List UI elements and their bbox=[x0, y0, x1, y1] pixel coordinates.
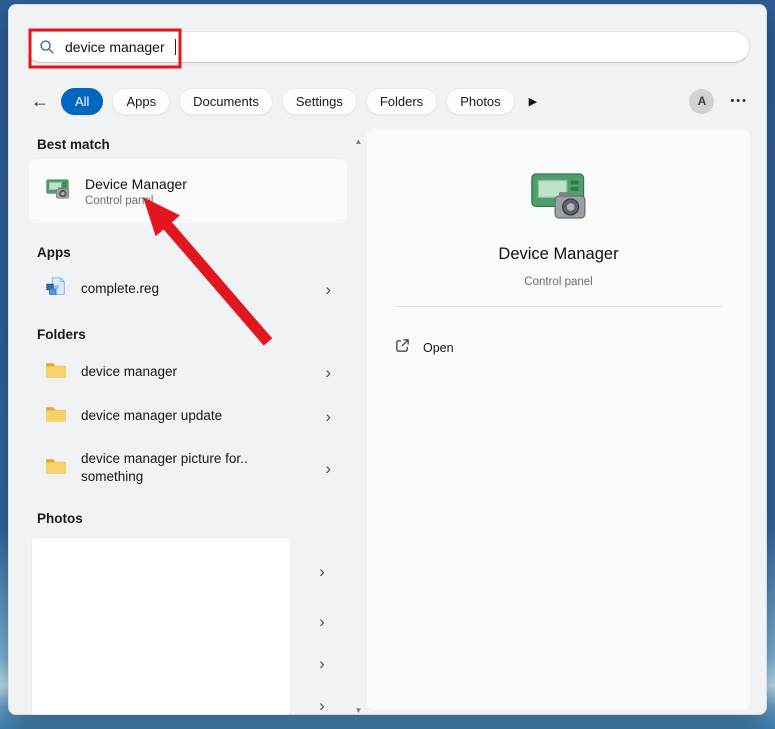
app-result-label: complete.reg bbox=[81, 280, 160, 296]
chevron-right-icon[interactable]: › bbox=[325, 460, 331, 477]
more-tabs-icon[interactable]: ▶ bbox=[529, 95, 537, 108]
photos-section-header: Photos bbox=[37, 511, 83, 526]
chevron-right-icon[interactable]: › bbox=[325, 281, 331, 298]
folder-result[interactable]: device manager update › bbox=[29, 395, 347, 437]
folders-section-header: Folders bbox=[37, 327, 86, 342]
best-match-title: Device Manager bbox=[85, 175, 187, 192]
device-manager-icon-large bbox=[528, 165, 590, 232]
chevron-right-icon[interactable]: › bbox=[311, 612, 333, 632]
tab-settings[interactable]: Settings bbox=[281, 87, 357, 115]
photo-result-thumbnail[interactable] bbox=[31, 537, 291, 715]
folder-result-label: device manager update bbox=[81, 407, 223, 423]
folder-result[interactable]: device manager picture for.. something › bbox=[29, 439, 347, 497]
chevron-right-icon[interactable]: › bbox=[311, 654, 333, 674]
folder-result-label: device manager picture for.. something bbox=[81, 450, 248, 484]
search-bar[interactable]: device manager bbox=[25, 31, 750, 63]
search-input[interactable]: device manager bbox=[65, 39, 165, 55]
scroll-down-icon[interactable]: ▼ bbox=[355, 706, 363, 715]
filter-tabs: ← All Apps Documents Settings Folders Ph… bbox=[27, 85, 748, 117]
more-options-icon[interactable]: ••• bbox=[730, 95, 748, 107]
tab-folders[interactable]: Photos bbox=[446, 87, 515, 115]
search-icon bbox=[39, 39, 55, 55]
app-result-complete-reg[interactable]: complete.reg › bbox=[29, 267, 347, 311]
account-avatar[interactable]: A bbox=[689, 88, 715, 114]
chevron-right-icon[interactable]: › bbox=[325, 364, 331, 381]
scroll-up-icon[interactable]: ▲ bbox=[355, 137, 363, 146]
back-button[interactable]: ← bbox=[27, 91, 53, 112]
divider bbox=[395, 306, 722, 307]
folder-result-label: device manager bbox=[81, 363, 178, 379]
text-cursor bbox=[174, 39, 176, 55]
folder-icon bbox=[45, 457, 67, 480]
open-label: Open bbox=[423, 341, 454, 355]
device-manager-icon bbox=[45, 176, 71, 207]
search-flyout-window: device manager ← All Apps Documents Sett… bbox=[8, 4, 767, 715]
tab-photos[interactable]: Folders bbox=[365, 87, 438, 115]
preview-subtitle: Control panel bbox=[524, 276, 593, 288]
open-external-icon bbox=[395, 338, 410, 358]
chevron-right-icon[interactable]: › bbox=[311, 696, 333, 716]
registry-file-icon bbox=[45, 276, 67, 303]
apps-section-header: Apps bbox=[37, 245, 71, 260]
best-match-subtitle: Control panel bbox=[85, 194, 154, 207]
folder-result[interactable]: device manager › bbox=[29, 351, 347, 393]
results-scrollbar[interactable]: ▲ ▼ bbox=[352, 137, 365, 715]
tab-documents[interactable]: Documents bbox=[179, 87, 273, 115]
preview-title: Device Manager bbox=[498, 245, 619, 263]
chevron-right-icon[interactable]: › bbox=[311, 562, 333, 582]
open-action[interactable]: Open bbox=[395, 330, 454, 366]
folder-icon bbox=[45, 361, 67, 384]
tab-apps[interactable]: Apps bbox=[112, 87, 171, 115]
best-match-result[interactable]: Device Manager Control panel bbox=[29, 159, 347, 223]
best-match-header: Best match bbox=[37, 137, 110, 152]
chevron-right-icon[interactable]: › bbox=[325, 408, 331, 425]
preview-pane: Device Manager Control panel Open bbox=[367, 129, 750, 710]
tab-all[interactable]: All bbox=[61, 87, 104, 115]
folder-icon bbox=[45, 405, 67, 428]
